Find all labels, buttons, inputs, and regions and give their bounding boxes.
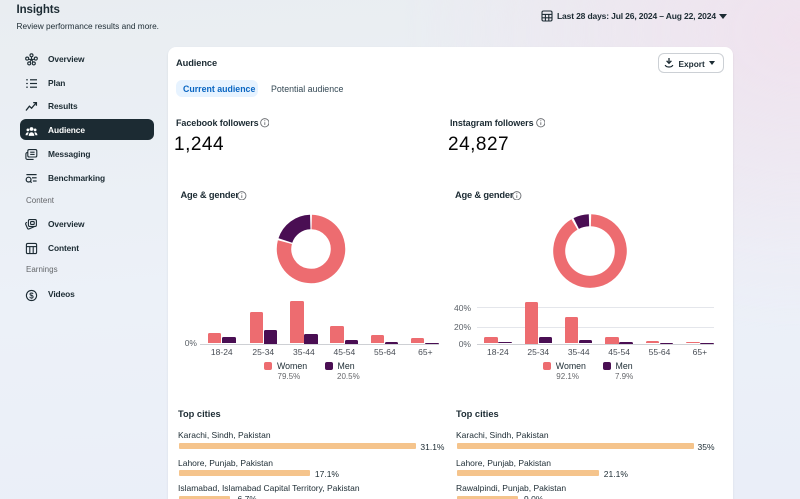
svg-text:$: $ — [29, 291, 34, 300]
